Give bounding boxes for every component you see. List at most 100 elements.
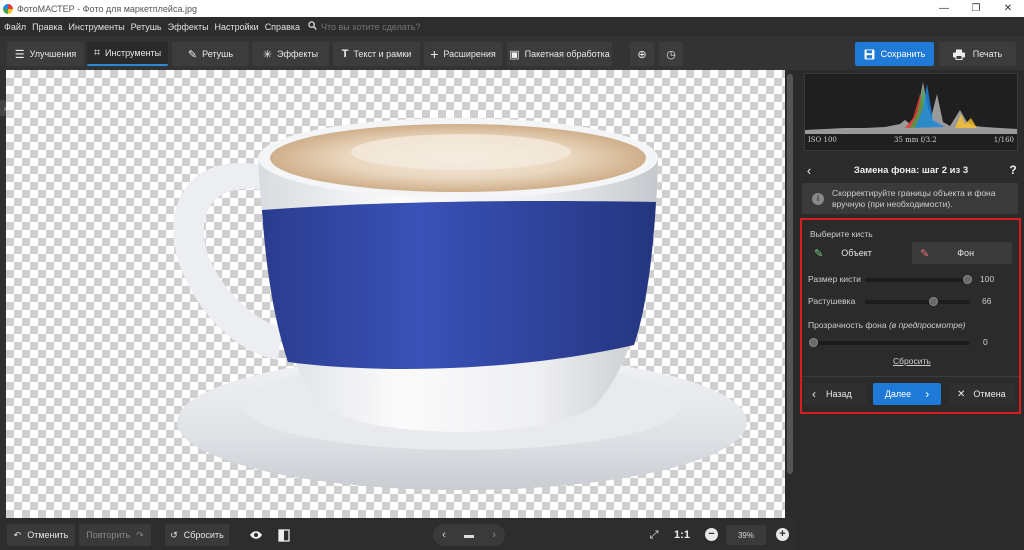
tab-text-frames[interactable]: T Текст и рамки: [333, 42, 420, 66]
folder-icon[interactable]: ▬: [464, 530, 474, 541]
tab-enhancements[interactable]: ☰ Улучшения: [7, 42, 84, 66]
undo-icon: ↶: [13, 529, 22, 540]
brush-minus-icon: ✎: [920, 247, 930, 260]
undo-label: Отменить: [27, 530, 69, 540]
minimize-icon[interactable]: —: [928, 0, 960, 17]
back-label: Назад: [826, 389, 852, 399]
fit-screen-button[interactable]: ⤢: [644, 524, 664, 546]
brush-size-knob[interactable]: [963, 275, 972, 284]
menu-help[interactable]: Справка: [265, 22, 300, 32]
cancel-label: Отмена: [973, 389, 1006, 399]
reset-link[interactable]: Сбросить: [893, 356, 931, 366]
coffee-cup-photo: [173, 118, 747, 490]
cancel-button[interactable]: ✕ Отмена: [949, 383, 1015, 405]
brush-object-label: Объект: [841, 248, 872, 258]
sparkle-icon: ✳: [262, 48, 273, 61]
zoom-input[interactable]: 39%: [726, 525, 766, 545]
tab-batch-processing[interactable]: ▣ Пакетная обработка: [507, 42, 612, 66]
back-button[interactable]: ‹ Назад: [804, 383, 867, 405]
bg-opacity-label: Прозрачность фона (в предпросмотре): [808, 320, 966, 330]
histogram-graph: [805, 82, 1017, 134]
bg-opacity-knob[interactable]: [809, 338, 818, 347]
redo-button[interactable]: Повторить ↷: [79, 524, 151, 546]
redo-label: Повторить: [86, 530, 131, 540]
step-header: ‹ Замена фона: шаг 2 из 3 ?: [800, 156, 1022, 184]
title-bar: ФотоМАСТЕР - Фото для маркетплейса.jpg —…: [0, 0, 1024, 17]
exif-iso: ISO 100: [808, 136, 837, 144]
menu-effects[interactable]: Эффекты: [168, 22, 209, 32]
exif-lens: 35 mm f/3.2: [893, 136, 937, 144]
compare-button[interactable]: [273, 524, 295, 546]
save-button[interactable]: Сохранить: [855, 42, 934, 66]
feather-value: 66: [982, 296, 992, 306]
canvas-scrollbar[interactable]: [786, 70, 794, 518]
add-filter-button[interactable]: ⊕: [630, 42, 654, 66]
help-icon[interactable]: ?: [1004, 163, 1022, 177]
close-icon[interactable]: ✕: [992, 0, 1024, 17]
maximize-icon[interactable]: ❐: [960, 0, 992, 17]
tab-extensions[interactable]: + Расширения: [424, 42, 502, 66]
zoom-out-icon[interactable]: −: [705, 528, 718, 541]
search-icon: [308, 20, 317, 33]
undo-button[interactable]: ↶ Отменить: [7, 524, 75, 546]
brush-size-value: 100: [980, 274, 995, 284]
sliders-icon: ☰: [14, 48, 25, 61]
menu-settings[interactable]: Настройки: [215, 22, 259, 32]
brush-settings-highlight: Выберите кисть ✎ Объект ✎ Фон Размер кис…: [800, 218, 1021, 414]
text-icon: T: [341, 48, 349, 60]
file-navigation: ‹ ▬ ›: [433, 524, 505, 546]
bottom-bar: ↶ Отменить Повторить ↷ ↺ Сбросить ‹ ▬ › …: [0, 518, 798, 550]
brush-object-button[interactable]: ✎ Объект: [806, 242, 906, 264]
redo-icon: ↷: [136, 529, 144, 540]
next-button[interactable]: Далее ›: [873, 383, 941, 405]
menu-tools[interactable]: Инструменты: [69, 22, 125, 32]
feather-slider[interactable]: [865, 297, 970, 306]
next-file-icon[interactable]: ›: [492, 529, 496, 541]
next-label: Далее: [884, 389, 912, 399]
feather-knob[interactable]: [929, 297, 938, 306]
chevron-right-icon: ›: [925, 387, 930, 401]
bg-opacity-slider[interactable]: [809, 338, 970, 347]
close-x-icon: ✕: [957, 388, 966, 400]
exif-shutter: 1/160: [993, 136, 1014, 144]
print-label: Печать: [972, 49, 1003, 59]
preview-eye-button[interactable]: [245, 524, 267, 546]
tab-retouch[interactable]: ✎ Ретушь: [172, 42, 249, 66]
print-button[interactable]: Печать: [939, 42, 1016, 66]
menu-edit[interactable]: Правка: [32, 22, 62, 32]
zoom-1to1-button[interactable]: 1:1: [670, 524, 694, 546]
crop-icon: ⌗: [93, 46, 101, 59]
eye-icon: [250, 531, 262, 539]
floppy-icon: [864, 49, 875, 59]
command-search-input[interactable]: [321, 21, 481, 32]
choose-brush-label: Выберите кисть: [810, 229, 873, 239]
history-icon: ◷: [666, 48, 676, 61]
right-panel: ISO 100 35 mm f/3.2 1/160 ‹ Замена фона:…: [798, 70, 1024, 550]
reset-button[interactable]: ↺ Сбросить: [165, 524, 229, 546]
tab-effects[interactable]: ✳ Эффекты: [252, 42, 329, 66]
brush-size-slider[interactable]: [865, 275, 972, 284]
info-hint: i Скорректируйте границы объекта и фона …: [802, 183, 1018, 214]
tab-label: Текст и рамки: [353, 49, 412, 59]
tab-label: Улучшения: [29, 49, 77, 59]
info-text-line2: вручную (при необходимости).: [832, 198, 953, 209]
brush-background-button[interactable]: ✎ Фон: [912, 242, 1012, 264]
step-title: Замена фона: шаг 2 из 3: [853, 164, 969, 176]
history-button[interactable]: ◷: [659, 42, 683, 66]
back-chevron-icon[interactable]: ‹: [800, 163, 818, 178]
tab-tools[interactable]: ⌗ Инструменты: [87, 42, 168, 66]
plus-icon: +: [430, 46, 439, 62]
tab-label: Пакетная обработка: [524, 49, 610, 59]
info-icon: i: [812, 192, 824, 205]
panel-divider: [802, 376, 1019, 377]
menu-retouch[interactable]: Ретушь: [131, 22, 162, 32]
exif-info: ISO 100 35 mm f/3.2 1/160: [808, 136, 1014, 144]
fit-screen-icon: ⤢: [649, 528, 659, 541]
window-title: ФотоМАСТЕР - Фото для маркетплейса.jpg: [17, 3, 197, 14]
photo-canvas[interactable]: [6, 70, 785, 518]
scrollbar-thumb[interactable]: [787, 74, 793, 474]
prev-file-icon[interactable]: ‹: [442, 529, 446, 541]
bg-opacity-hint: (в предпросмотре): [888, 320, 966, 330]
menu-file[interactable]: Файл: [4, 22, 26, 32]
zoom-in-icon[interactable]: +: [776, 528, 789, 541]
